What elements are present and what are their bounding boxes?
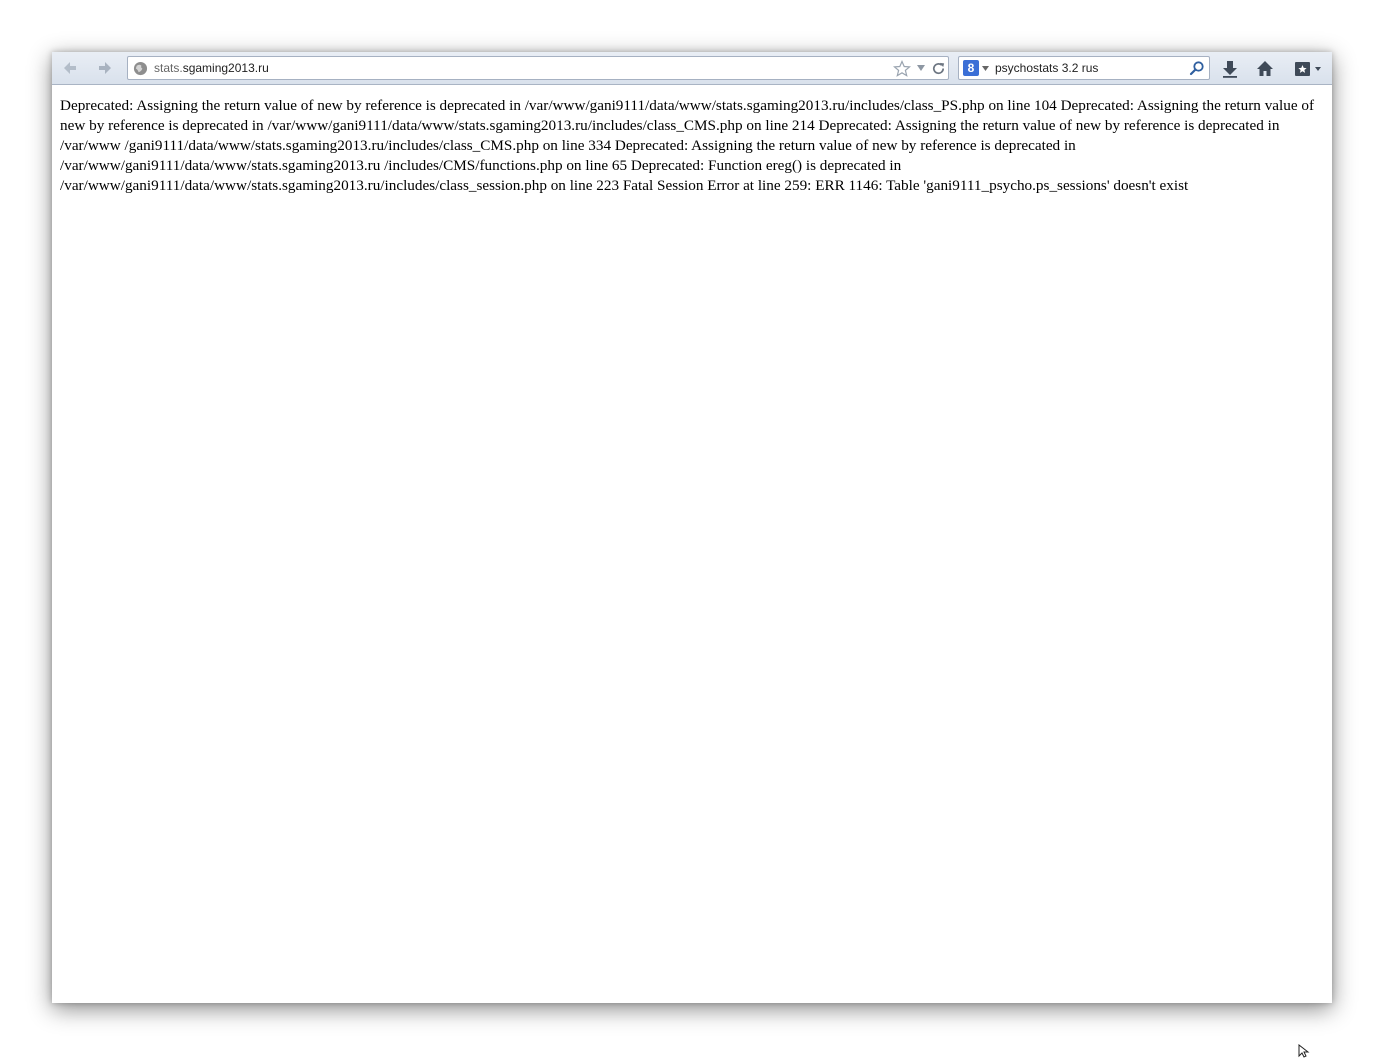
magnifier-icon[interactable]: [1189, 60, 1205, 76]
download-arrow-icon[interactable]: [1220, 59, 1240, 79]
search-bar[interactable]: 8 psychostats 3.2 rus: [958, 56, 1210, 80]
home-icon[interactable]: [1255, 59, 1275, 79]
navigation-toolbar: stats.sgaming2013.ru 8 psychostats 3.2 r…: [52, 52, 1332, 85]
dropdown-icon[interactable]: [916, 64, 926, 72]
back-arrow-icon: [64, 62, 76, 74]
address-bar[interactable]: stats.sgaming2013.ru: [127, 56, 949, 80]
mouse-cursor-icon: [1298, 1044, 1310, 1058]
back-button[interactable]: [59, 58, 81, 78]
forward-button[interactable]: [94, 58, 116, 78]
globe-icon[interactable]: [133, 61, 148, 76]
reload-icon[interactable]: [931, 61, 946, 76]
page-content: Deprecated: Assigning the return value o…: [52, 85, 1332, 1003]
url-domain: sgaming2013.ru: [182, 61, 269, 75]
star-icon[interactable]: [893, 60, 911, 78]
search-engine-icon[interactable]: 8: [963, 60, 979, 76]
php-error-text: Deprecated: Assigning the return value o…: [60, 97, 1315, 194]
forward-arrow-icon: [99, 62, 111, 74]
browser-window: stats.sgaming2013.ru 8 psychostats 3.2 r…: [52, 52, 1332, 1003]
bookmarks-icon[interactable]: [1293, 59, 1325, 79]
search-input[interactable]: psychostats 3.2 rus: [995, 61, 1098, 75]
url-text[interactable]: stats.sgaming2013.ru: [154, 61, 269, 75]
url-prefix: stats.: [154, 61, 183, 75]
engine-dropdown-icon[interactable]: [982, 66, 989, 71]
